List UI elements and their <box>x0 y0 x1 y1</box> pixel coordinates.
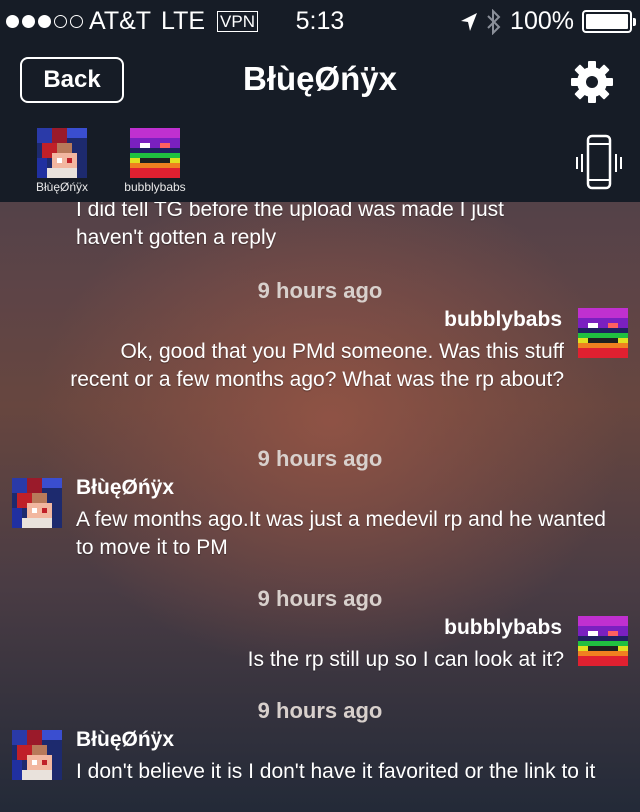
location-arrow-icon <box>461 12 478 31</box>
participant-name: BłùęØńÿx <box>35 180 89 194</box>
message-timestamp: 9 hours ago <box>257 698 383 723</box>
conversation-title: BłùęØńÿx <box>242 60 398 97</box>
battery-icon <box>582 10 636 33</box>
message-sender: BłùęØńÿx <box>76 728 175 751</box>
message-text: I don't believe it is I don't have it fa… <box>76 760 596 783</box>
gear-icon[interactable] <box>568 58 616 106</box>
message-timestamp: 9 hours ago <box>257 278 383 303</box>
message-timestamp: 9 hours ago <box>257 586 383 611</box>
status-bar: AT&T LTE VPN 5:13 100% <box>0 0 640 40</box>
battery-percent: 100% <box>510 7 574 35</box>
bubblybabs-avatar[interactable] <box>578 616 628 666</box>
bluetooth-icon <box>487 8 501 35</box>
participant-blue-onyx[interactable]: BłùęØńÿx <box>22 128 102 194</box>
message-text: Is the rp still up so I can look at it? <box>247 648 564 671</box>
message-text: Ok, good that you PMd someone. Was this … <box>70 340 564 391</box>
message-sender: BłùęØńÿx <box>76 476 175 499</box>
blue-onyx-avatar[interactable] <box>12 730 62 780</box>
message-timestamp: 9 hours ago <box>257 446 383 471</box>
message-list[interactable]: I did tell TG before the upload was made… <box>0 202 640 812</box>
bubblybabs-avatar <box>130 128 180 178</box>
blue-onyx-avatar[interactable] <box>12 478 62 528</box>
bubblybabs-avatar[interactable] <box>578 308 628 358</box>
blue-onyx-avatar <box>37 128 87 178</box>
navigation-bar: Back BłùęØńÿx <box>0 40 640 122</box>
message-text: A few months ago.It was just a medevil r… <box>76 508 606 559</box>
participant-name: bubblybabs <box>124 180 186 194</box>
participant-bubblybabs[interactable]: bubblybabs <box>115 128 195 194</box>
message-sender: bubblybabs <box>444 616 562 639</box>
participants-strip: BłùęØńÿx bubblybabs <box>0 122 640 202</box>
message-sender: bubblybabs <box>444 308 562 331</box>
phone-vibrate-icon[interactable] <box>575 134 623 192</box>
message-text: I did tell TG before the upload was made… <box>76 202 505 249</box>
status-right: 100% <box>460 7 636 36</box>
